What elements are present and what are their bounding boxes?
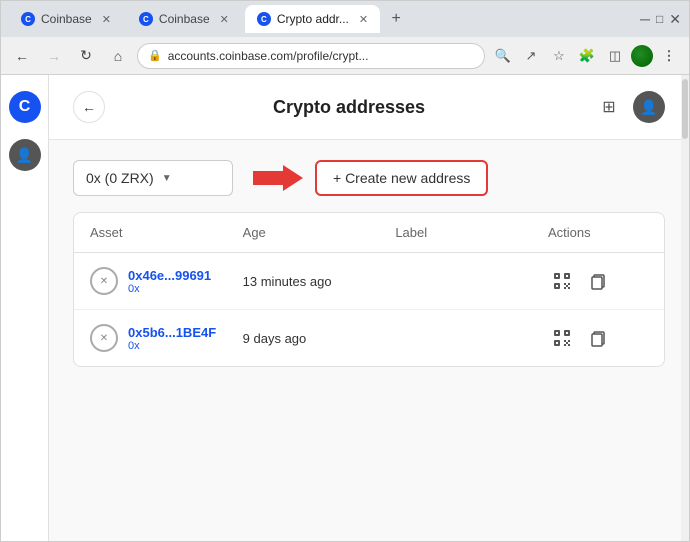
tab-2-close[interactable]: ✕ (220, 13, 229, 26)
col-age: Age (243, 225, 396, 240)
header-right: ⊞ 👤 (593, 91, 665, 123)
asset-cell-2: 0x5b6...1BE4F 0x (90, 324, 243, 352)
copy-button-2[interactable] (584, 324, 612, 352)
copy-button-1[interactable] (584, 267, 612, 295)
create-new-address-button[interactable]: + Create new address (315, 160, 488, 196)
currency-dropdown[interactable]: 0x (0 ZRX) ▼ (73, 160, 233, 196)
qr-code-button-2[interactable] (548, 324, 576, 352)
reload-button[interactable]: ↻ (73, 43, 99, 69)
tab-2-label: Coinbase (159, 12, 210, 26)
tab-3-close[interactable]: ✕ (359, 13, 368, 26)
tab-3[interactable]: C Crypto addr... ✕ (245, 5, 380, 33)
back-button[interactable]: ← (9, 43, 35, 69)
profile-icon-btn[interactable]: ◫ (603, 44, 627, 68)
scrollbar[interactable] (681, 75, 689, 541)
extension-avatar[interactable] (631, 45, 653, 67)
col-label: Label (395, 225, 548, 240)
browser-content: C 👤 ← Crypto addresses ⊞ 👤 0x (0 ZRX) (1, 75, 689, 541)
tab-1[interactable]: C Coinbase ✕ (9, 5, 123, 33)
age-cell-2: 9 days ago (243, 331, 396, 346)
sidebar-logo[interactable]: C (9, 91, 41, 123)
asset-icon-1 (90, 267, 118, 295)
page-title: Crypto addresses (273, 97, 425, 118)
table-header: Asset Age Label Actions (74, 213, 664, 253)
puzzle-icon-btn[interactable]: 🧩 (575, 44, 599, 68)
tab-1-icon: C (21, 12, 35, 26)
actions-cell-2 (548, 324, 648, 352)
scrollbar-thumb[interactable] (682, 79, 688, 139)
tab-2-icon: C (139, 12, 153, 26)
page-body: 0x (0 ZRX) ▼ + Create new address (49, 140, 689, 387)
tab-1-close[interactable]: ✕ (102, 13, 111, 26)
table-row: 0x46e...99691 0x 13 minutes ago (74, 253, 664, 310)
address-table: Asset Age Label Actions 0x46e...99691 0x (73, 212, 665, 367)
qr-code-button-1[interactable] (548, 267, 576, 295)
asset-sub-2: 0x (128, 340, 216, 352)
asset-address-1[interactable]: 0x46e...99691 (128, 268, 211, 283)
lock-icon: 🔒 (148, 49, 162, 62)
dropdown-value: 0x (0 ZRX) (86, 170, 154, 186)
asset-address-2[interactable]: 0x5b6...1BE4F (128, 325, 216, 340)
nav-bar: ← → ↻ ⌂ 🔒 accounts.coinbase.com/profile/… (1, 37, 689, 75)
tab-3-label: Crypto addr... (277, 12, 349, 26)
maximize-icon[interactable]: □ (656, 12, 663, 26)
bookmark-icon-btn[interactable]: ☆ (547, 44, 571, 68)
browser-frame: C Coinbase ✕ C Coinbase ✕ C Crypto addr.… (0, 0, 690, 542)
asset-sub-1: 0x (128, 283, 211, 295)
asset-info-1: 0x46e...99691 0x (128, 268, 211, 295)
url-text: accounts.coinbase.com/profile/crypt... (168, 49, 474, 63)
menu-icon-btn[interactable]: ⋮ (657, 44, 681, 68)
main-content: ← Crypto addresses ⊞ 👤 0x (0 ZRX) ▼ (49, 75, 689, 541)
header-avatar[interactable]: 👤 (633, 91, 665, 123)
controls-row: 0x (0 ZRX) ▼ + Create new address (73, 160, 665, 196)
minimize-icon[interactable]: ─ (640, 11, 650, 27)
new-tab-button[interactable]: + (384, 7, 408, 31)
share-icon-btn[interactable]: ↗ (519, 44, 543, 68)
forward-button[interactable]: → (41, 43, 67, 69)
asset-icon-2 (90, 324, 118, 352)
tab-3-icon: C (257, 12, 271, 26)
title-bar: C Coinbase ✕ C Coinbase ✕ C Crypto addr.… (1, 1, 689, 37)
page-header: ← Crypto addresses ⊞ 👤 (49, 75, 689, 140)
create-btn-label: + Create new address (333, 170, 470, 186)
sidebar: C 👤 (1, 75, 49, 541)
asset-cell-1: 0x46e...99691 0x (90, 267, 243, 295)
grid-view-button[interactable]: ⊞ (593, 91, 625, 123)
dropdown-arrow-icon: ▼ (162, 173, 172, 184)
tab-2[interactable]: C Coinbase ✕ (127, 5, 241, 33)
address-bar[interactable]: 🔒 accounts.coinbase.com/profile/crypt... (137, 43, 485, 69)
sidebar-user-icon[interactable]: 👤 (9, 139, 41, 171)
red-arrow-icon (253, 163, 303, 193)
actions-cell-1 (548, 267, 648, 295)
arrow-wrapper: + Create new address (253, 160, 488, 196)
home-button[interactable]: ⌂ (105, 43, 131, 69)
asset-info-2: 0x5b6...1BE4F 0x (128, 325, 216, 352)
close-icon[interactable]: ✕ (669, 11, 681, 28)
col-asset: Asset (90, 225, 243, 240)
table-row: 0x5b6...1BE4F 0x 9 days ago (74, 310, 664, 366)
tab-1-label: Coinbase (41, 12, 92, 26)
page-back-button[interactable]: ← (73, 91, 105, 123)
nav-icons: 🔍 ↗ ☆ 🧩 ◫ ⋮ (491, 44, 681, 68)
col-actions: Actions (548, 225, 648, 240)
search-icon-btn[interactable]: 🔍 (491, 44, 515, 68)
age-cell-1: 13 minutes ago (243, 274, 396, 289)
